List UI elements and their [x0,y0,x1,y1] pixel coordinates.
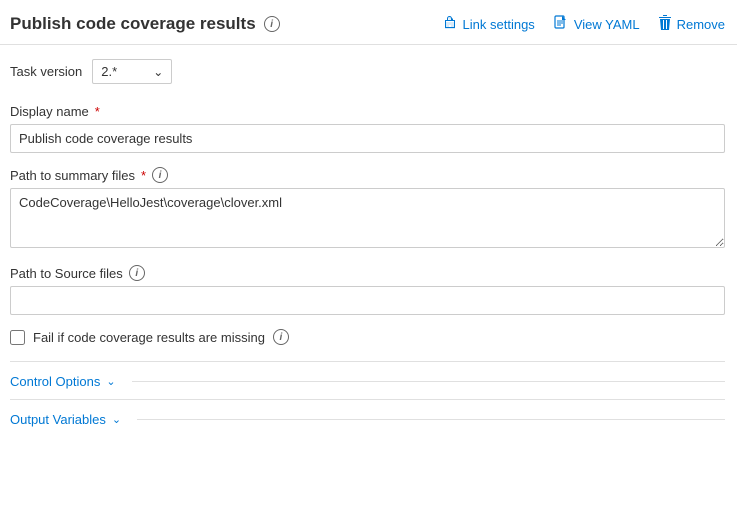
output-variables-section: Output Variables ⌄ [10,399,725,437]
summary-files-info-icon[interactable]: i [152,167,168,183]
summary-files-label-row: Path to summary files * i [10,167,725,183]
control-options-section: Control Options ⌄ [10,361,725,399]
output-variables-header[interactable]: Output Variables ⌄ [10,412,725,427]
fail-if-missing-checkbox[interactable] [10,330,25,345]
page-header: Publish code coverage results i Link set… [0,0,737,45]
task-version-value: 2.* [101,64,117,79]
output-variables-divider [137,419,725,420]
source-files-label: Path to Source files [10,266,123,281]
view-yaml-button[interactable]: View YAML [553,15,640,34]
display-name-label: Display name [10,104,89,119]
source-files-group: Path to Source files i [10,265,725,315]
link-settings-icon [442,15,458,34]
link-settings-label: Link settings [463,17,535,32]
view-yaml-label: View YAML [574,17,640,32]
source-files-input[interactable] [10,286,725,315]
source-files-label-row: Path to Source files i [10,265,725,281]
link-settings-button[interactable]: Link settings [442,15,535,34]
control-options-divider [132,381,725,382]
display-name-required: * [95,104,100,119]
header-actions: Link settings View YAML Remove [442,15,725,34]
display-name-group: Display name * [10,104,725,153]
summary-files-group: Path to summary files * i [10,167,725,251]
control-options-header[interactable]: Control Options ⌄ [10,374,725,389]
view-yaml-icon [553,15,569,34]
title-info-icon[interactable]: i [264,16,280,32]
remove-icon [658,15,672,34]
control-options-label: Control Options [10,374,100,389]
fail-if-missing-label: Fail if code coverage results are missin… [33,330,265,345]
page-title: Publish code coverage results [10,14,256,34]
summary-files-label: Path to summary files [10,168,135,183]
task-version-chevron-icon: ⌄ [153,65,163,79]
display-name-label-row: Display name * [10,104,725,119]
remove-button[interactable]: Remove [658,15,725,34]
source-files-info-icon[interactable]: i [129,265,145,281]
task-version-label: Task version [10,64,82,79]
fail-if-missing-info-icon[interactable]: i [273,329,289,345]
header-left: Publish code coverage results i [10,14,280,34]
remove-label: Remove [677,17,725,32]
summary-files-required: * [141,168,146,183]
control-options-chevron-icon: ⌄ [106,375,115,388]
content-area: Task version 2.* ⌄ Display name * Path t… [0,45,737,345]
summary-files-input[interactable] [10,188,725,248]
fail-if-missing-row: Fail if code coverage results are missin… [10,329,725,345]
output-variables-chevron-icon: ⌄ [112,413,121,426]
output-variables-label: Output Variables [10,412,106,427]
display-name-input[interactable] [10,124,725,153]
task-version-select[interactable]: 2.* ⌄ [92,59,172,84]
task-version-row: Task version 2.* ⌄ [10,59,725,84]
